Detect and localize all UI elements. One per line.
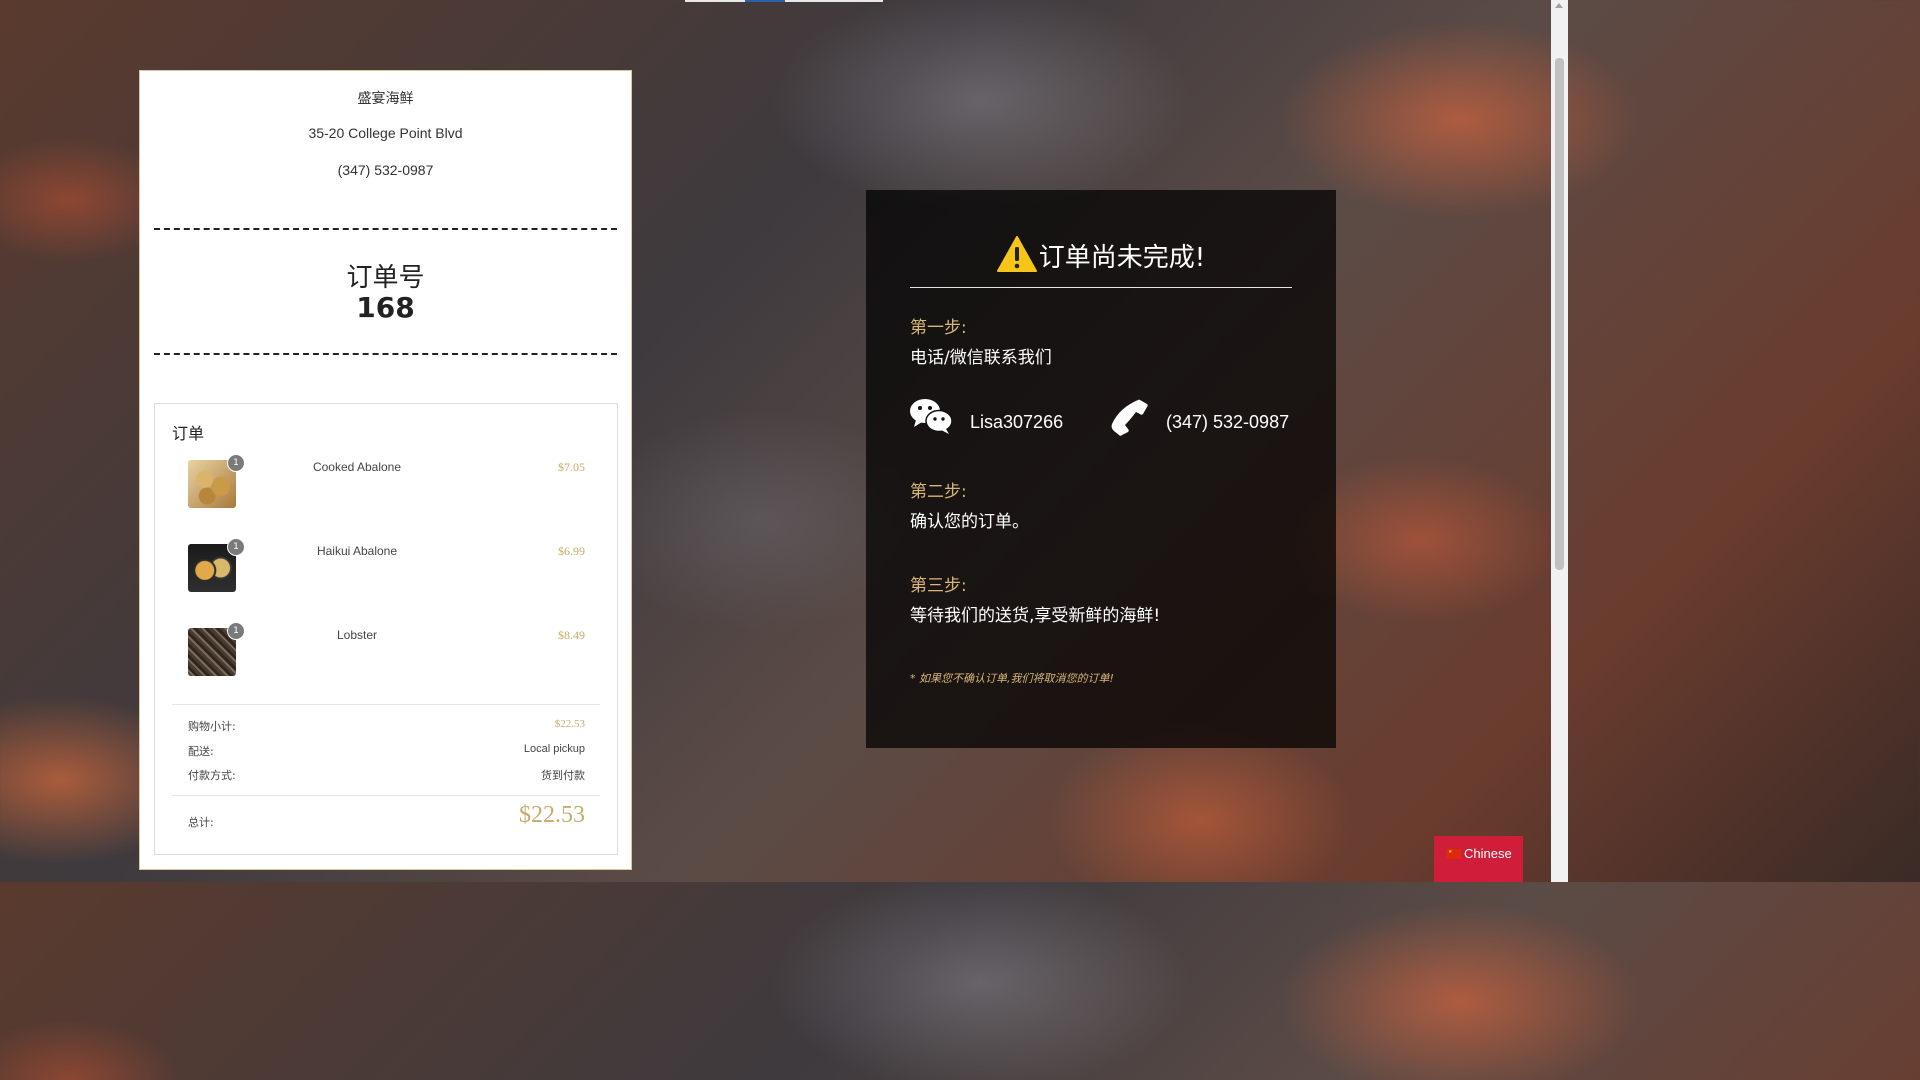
item-price: $7.05 [558, 460, 585, 474]
payment-value: 货到付款 [541, 770, 585, 782]
order-details-box: 订单 1 Cooked Abalone $7.05 1 Haikui Abalo… [154, 403, 618, 855]
cancellation-note: * 如果您不确认订单,我们将取消您的订单! [910, 672, 1114, 685]
item-price: $8.49 [558, 628, 585, 642]
subtotal-label: 购物小计: [188, 720, 236, 733]
quantity-badge: 1 [227, 454, 245, 472]
step3-text: 等待我们的送货,享受新鲜的海鲜! [910, 606, 1161, 626]
subtotal-value: $22.53 [554, 718, 585, 730]
step1-text: 电话/微信联系我们 [910, 348, 1052, 368]
china-flag-icon: ★ [1446, 849, 1461, 859]
scrollbar-thumb[interactable] [1555, 58, 1564, 570]
total-row: 总计: $22.53 [188, 802, 585, 838]
order-item: 1 Cooked Abalone $7.05 [155, 454, 617, 514]
shipping-label: 配送: [188, 745, 214, 758]
dashed-divider [154, 228, 617, 230]
language-label: Chinese [1464, 846, 1512, 861]
total-label: 总计: [188, 816, 214, 829]
step2-label: 第二步: [910, 482, 967, 502]
total-value: $22.53 [519, 802, 585, 828]
phone-icon [1111, 399, 1148, 436]
item-price: $6.99 [558, 544, 585, 558]
item-name: Lobster [336, 628, 378, 642]
divider [910, 287, 1292, 288]
language-switcher-button[interactable]: ★ Chinese [1434, 836, 1523, 882]
order-number-label: 订单号 [346, 263, 425, 293]
order-number: 168 [356, 291, 415, 324]
quantity-badge: 1 [227, 538, 245, 556]
dashed-divider [154, 353, 617, 355]
subtotal-row: 购物小计: $22.53 [188, 718, 585, 734]
order-incomplete-panel: 订单尚未完成! 第一步: 电话/微信联系我们 Lisa307266 (347) … [866, 190, 1336, 748]
panel-headline-text: 订单尚未完成! [1038, 243, 1206, 273]
top-tab-indicator [685, 0, 883, 2]
vertical-scrollbar[interactable] [1551, 0, 1568, 882]
warning-icon [996, 236, 1037, 272]
shipping-row: 配送: Local pickup [188, 743, 585, 759]
item-name: Haikui Abalone [316, 544, 398, 558]
wechat-id: Lisa307266 [970, 412, 1064, 432]
payment-label: 付款方式: [188, 769, 236, 782]
order-item: 1 Haikui Abalone $6.99 [155, 538, 617, 598]
divider [172, 795, 600, 796]
step1-label: 第一步: [910, 318, 967, 338]
phone-number: (347) 532-0987 [1166, 412, 1290, 432]
step3-label: 第三步: [910, 576, 967, 596]
store-address: 35-20 College Point Blvd [308, 125, 463, 141]
step2-text: 确认您的订单。 [910, 512, 1029, 532]
store-phone: (347) 532-0987 [337, 162, 434, 178]
order-section-title: 订单 [172, 424, 205, 443]
scroll-up-arrow-icon[interactable] [1555, 3, 1563, 8]
order-item: 1 Lobster $8.49 [155, 622, 617, 682]
shipping-value: Local pickup [523, 743, 585, 755]
divider [172, 704, 600, 705]
quantity-badge: 1 [227, 622, 245, 640]
payment-row: 付款方式: 货到付款 [188, 767, 585, 783]
order-receipt-card: 盛宴海鲜 35-20 College Point Blvd (347) 532-… [139, 70, 632, 870]
panel-headline: 订单尚未完成! [866, 236, 1336, 274]
wechat-icon [910, 399, 952, 434]
store-name: 盛宴海鲜 [357, 90, 414, 106]
item-name: Cooked Abalone [312, 460, 402, 474]
